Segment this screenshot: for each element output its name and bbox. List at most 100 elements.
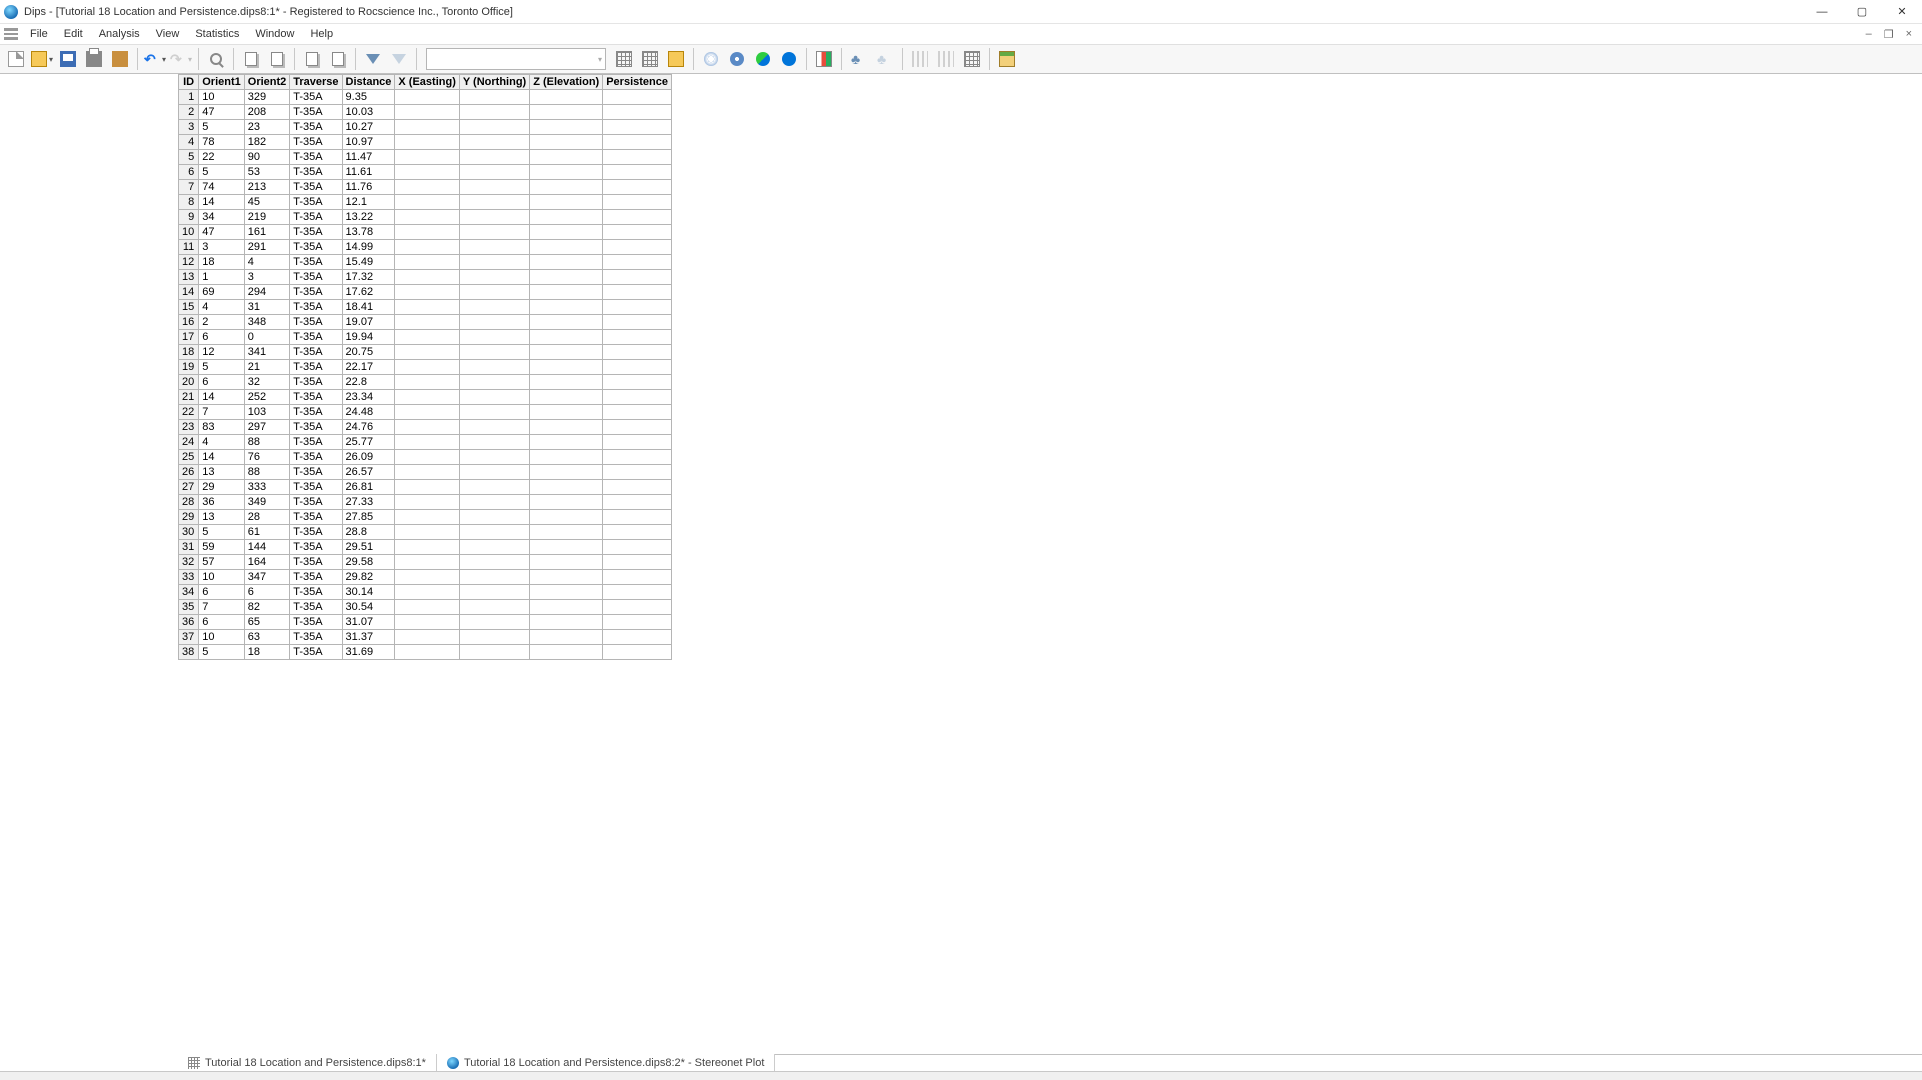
data-cell[interactable]	[459, 360, 529, 375]
data-cell[interactable]: 7	[199, 405, 245, 420]
data-cell[interactable]: 11.47	[342, 150, 395, 165]
data-cell[interactable]: 0	[244, 330, 290, 345]
data-cell[interactable]	[459, 150, 529, 165]
table-row[interactable]: 934219T-35A13.22	[179, 210, 672, 225]
mdi-restore-button[interactable]: ❐	[1880, 28, 1898, 41]
menu-statistics[interactable]: Statistics	[187, 26, 247, 42]
table-row[interactable]: 3159144T-35A29.51	[179, 540, 672, 555]
data-cell[interactable]	[459, 555, 529, 570]
data-cell[interactable]: 291	[244, 240, 290, 255]
table-row[interactable]: 19521T-35A22.17	[179, 360, 672, 375]
table-row[interactable]: 478182T-35A10.97	[179, 135, 672, 150]
data-cell[interactable]	[603, 480, 672, 495]
data-cell[interactable]: T-35A	[290, 615, 342, 630]
data-cell[interactable]: T-35A	[290, 240, 342, 255]
data-grid-area[interactable]: ID Orient1 Orient2 Traverse Distance X (…	[178, 74, 1922, 1054]
print-button[interactable]	[82, 47, 106, 71]
data-cell[interactable]	[459, 135, 529, 150]
data-cell[interactable]: 24.48	[342, 405, 395, 420]
data-cell[interactable]	[603, 510, 672, 525]
data-cell[interactable]	[459, 630, 529, 645]
data-cell[interactable]	[603, 420, 672, 435]
data-cell[interactable]	[395, 480, 459, 495]
data-cell[interactable]: T-35A	[290, 165, 342, 180]
save-button[interactable]	[56, 47, 80, 71]
row-id-cell[interactable]: 3	[179, 120, 199, 135]
data-cell[interactable]: 13.78	[342, 225, 395, 240]
data-cell[interactable]	[603, 645, 672, 660]
data-cell[interactable]	[459, 585, 529, 600]
table-row[interactable]: 291328T-35A27.85	[179, 510, 672, 525]
data-cell[interactable]: 45	[244, 195, 290, 210]
data-cell[interactable]	[459, 120, 529, 135]
data-cell[interactable]: 333	[244, 480, 290, 495]
data-cell[interactable]: 26.57	[342, 465, 395, 480]
stereonet-contour-button[interactable]	[725, 47, 749, 71]
data-cell[interactable]: T-35A	[290, 210, 342, 225]
data-cell[interactable]	[395, 465, 459, 480]
data-cell[interactable]	[395, 390, 459, 405]
table-row[interactable]: 30561T-35A28.8	[179, 525, 672, 540]
col-persistence[interactable]: Persistence	[603, 75, 672, 90]
data-cell[interactable]	[603, 90, 672, 105]
row-id-cell[interactable]: 6	[179, 165, 199, 180]
data-cell[interactable]: T-35A	[290, 150, 342, 165]
data-cell[interactable]	[530, 525, 603, 540]
data-cell[interactable]: T-35A	[290, 645, 342, 660]
data-cell[interactable]: 30.14	[342, 585, 395, 600]
redo-button[interactable]	[169, 47, 193, 71]
data-cell[interactable]	[530, 495, 603, 510]
data-cell[interactable]	[459, 210, 529, 225]
data-cell[interactable]	[459, 165, 529, 180]
data-cell[interactable]	[530, 480, 603, 495]
menu-window[interactable]: Window	[247, 26, 302, 42]
filter-clear-button[interactable]	[387, 47, 411, 71]
table-row[interactable]: 261388T-35A26.57	[179, 465, 672, 480]
data-cell[interactable]	[530, 195, 603, 210]
table-row[interactable]: 1469294T-35A17.62	[179, 285, 672, 300]
col-x-easting[interactable]: X (Easting)	[395, 75, 459, 90]
data-cell[interactable]: 10	[199, 570, 245, 585]
data-cell[interactable]: 29.51	[342, 540, 395, 555]
data-cell[interactable]: T-35A	[290, 435, 342, 450]
data-cell[interactable]	[395, 345, 459, 360]
row-id-cell[interactable]: 14	[179, 285, 199, 300]
data-cell[interactable]	[395, 120, 459, 135]
data-cell[interactable]	[603, 435, 672, 450]
data-cell[interactable]: 4	[244, 255, 290, 270]
data-cell[interactable]: T-35A	[290, 555, 342, 570]
data-cell[interactable]: 6	[199, 585, 245, 600]
stereonet-solid-button[interactable]	[777, 47, 801, 71]
data-cell[interactable]	[395, 315, 459, 330]
data-cell[interactable]: 144	[244, 540, 290, 555]
table-row[interactable]: 162348T-35A19.07	[179, 315, 672, 330]
data-cell[interactable]	[603, 390, 672, 405]
data-cell[interactable]: 82	[244, 600, 290, 615]
data-cell[interactable]	[395, 90, 459, 105]
row-id-cell[interactable]: 16	[179, 315, 199, 330]
row-id-cell[interactable]: 8	[179, 195, 199, 210]
data-cell[interactable]: 5	[199, 120, 245, 135]
row-id-cell[interactable]: 22	[179, 405, 199, 420]
data-cell[interactable]: T-35A	[290, 450, 342, 465]
data-cell[interactable]	[530, 165, 603, 180]
bars-button-2[interactable]	[934, 47, 958, 71]
data-cell[interactable]	[603, 585, 672, 600]
data-cell[interactable]	[395, 630, 459, 645]
data-cell[interactable]: T-35A	[290, 375, 342, 390]
row-id-cell[interactable]: 26	[179, 465, 199, 480]
close-button[interactable]: ✕	[1882, 0, 1922, 23]
table-row[interactable]: 35782T-35A30.54	[179, 600, 672, 615]
data-cell[interactable]: 13	[199, 510, 245, 525]
data-cell[interactable]: 63	[244, 630, 290, 645]
data-cell[interactable]: 347	[244, 570, 290, 585]
data-cell[interactable]	[459, 480, 529, 495]
data-cell[interactable]	[459, 405, 529, 420]
data-cell[interactable]	[530, 630, 603, 645]
data-cell[interactable]	[603, 270, 672, 285]
data-cell[interactable]: 6	[199, 330, 245, 345]
data-cell[interactable]	[395, 195, 459, 210]
data-cell[interactable]	[530, 405, 603, 420]
data-cell[interactable]: 65	[244, 615, 290, 630]
row-id-cell[interactable]: 5	[179, 150, 199, 165]
